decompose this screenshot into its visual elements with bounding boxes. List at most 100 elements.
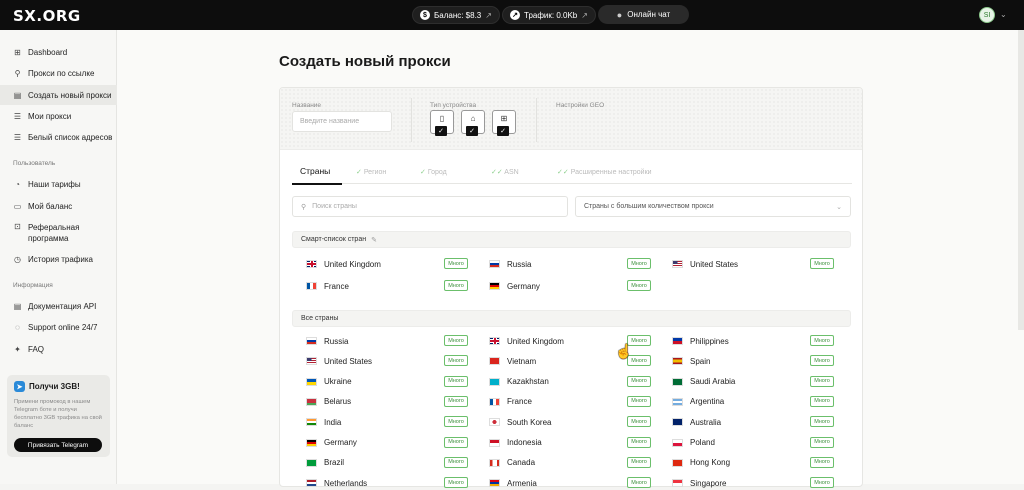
country-russia[interactable]: Russia (489, 257, 531, 271)
sidebar-item-tariffs[interactable]: ◔ Наши тарифы (0, 174, 117, 194)
device-mobile-toggle[interactable]: ▯ ✓ (430, 110, 454, 136)
country-singapore[interactable]: Singapore (672, 476, 726, 490)
availability-badge: Много (627, 258, 651, 269)
country-russia[interactable]: Russia (306, 334, 348, 348)
country-philippines[interactable]: Philippines (672, 334, 729, 348)
availability-badge: Много (810, 355, 834, 367)
check-icon: ✓ (435, 126, 447, 136)
sidebar-item-my-proxies[interactable]: ☰ Мои прокси (0, 106, 117, 126)
country-name: France (507, 397, 532, 407)
country-name: United Kingdom (324, 259, 381, 269)
sidebar-item-dashboard[interactable]: ⊞ Dashboard (0, 42, 117, 62)
country-indonesia[interactable]: Indonesia (489, 436, 542, 450)
country-argentina[interactable]: Argentina (672, 395, 724, 409)
check-icon: ✓ (497, 126, 509, 136)
country-vietnam[interactable]: Vietnam (489, 354, 536, 368)
sidebar-item-balance[interactable]: ▭ Мой баланс (0, 196, 117, 216)
tab-region[interactable]: ✓ Регион (356, 168, 386, 176)
country-name: Argentina (690, 397, 725, 407)
country-kazakhstan[interactable]: Kazakhstan (489, 375, 549, 389)
flag-icon (489, 479, 500, 488)
link-icon: ⚲ (14, 68, 21, 78)
country-united-states[interactable]: United States (306, 354, 372, 368)
country-name: Kazakhstan (507, 377, 549, 387)
country-netherlands[interactable]: Netherlands (306, 476, 367, 490)
device-type-label: Тип устройства (430, 102, 477, 109)
country-name: Germany (324, 438, 357, 447)
tab-advanced[interactable]: ✓✓ Расширенные настройки (557, 168, 652, 176)
country-germany[interactable]: Germany (489, 279, 540, 293)
device-home-toggle[interactable]: ⌂ ✓ (461, 110, 485, 136)
balance-pill[interactable]: $ Баланс: $8.3 ↗ (412, 6, 500, 24)
country-south-korea[interactable]: South Korea (489, 415, 551, 429)
country-filter-select[interactable]: Страны с большим количеством прокси ⌄ (575, 196, 851, 217)
flag-icon (306, 377, 317, 386)
country-poland[interactable]: Poland (672, 436, 715, 450)
availability-badge: Много (444, 258, 468, 269)
scrollbar[interactable] (1018, 30, 1024, 330)
flag-icon (306, 479, 317, 488)
country-name: Australia (690, 417, 722, 427)
sidebar-item-create-proxy[interactable]: ▤ Создать новый прокси (0, 85, 117, 105)
online-chat-button[interactable]: ● Онлайн чат (598, 5, 689, 24)
country-name: Canada (507, 458, 536, 468)
sidebar-item-traffic-history[interactable]: ◷ История трафика (0, 249, 117, 269)
country-armenia[interactable]: Armenia (489, 476, 537, 490)
traffic-pill[interactable]: ↗ Трафик: 0.0Kb ↗ (502, 6, 596, 24)
arrow-up-right-icon: ↗ (485, 10, 492, 20)
sidebar-item-proxy-by-link[interactable]: ⚲ Прокси по ссылке (0, 63, 117, 83)
active-tab-indicator (292, 183, 342, 185)
country-ukraine[interactable]: Ukraine (306, 375, 352, 389)
country-name: France (324, 281, 349, 291)
logo[interactable]: SX.ORG (13, 7, 81, 25)
country-canada[interactable]: Canada (489, 456, 535, 470)
tab-city[interactable]: ✓ Город (420, 168, 447, 176)
country-brazil[interactable]: Brazil (306, 456, 344, 470)
sidebar-item-whitelist[interactable]: ☰ Белый список адресов (0, 127, 117, 147)
country-spain[interactable]: Spain (672, 354, 710, 368)
traffic-text: Трафик: 0.0Kb (524, 10, 578, 20)
country-france[interactable]: France (306, 279, 349, 293)
country-australia[interactable]: Australia (672, 415, 721, 429)
flag-icon (489, 438, 500, 447)
availability-badge: Много (627, 395, 651, 407)
device-server-toggle[interactable]: ⊞ ✓ (492, 110, 516, 136)
chevron-down-icon[interactable]: ⌄ (1000, 10, 1007, 19)
chat-icon: ● (616, 9, 623, 20)
country-hong-kong[interactable]: Hong Kong (672, 456, 730, 470)
country-france[interactable]: France (489, 395, 532, 409)
pencil-icon[interactable]: ✎ (371, 236, 377, 244)
sidebar-item-label: Наши тарифы (28, 179, 81, 189)
country-united-kingdom[interactable]: United Kingdom (489, 334, 564, 348)
avatar[interactable]: SI (979, 7, 995, 23)
flag-icon (672, 479, 683, 488)
country-name: Indonesia (507, 438, 542, 447)
form-header: Название Введите название Тип устройства… (280, 88, 862, 150)
sidebar-item-support[interactable]: ◌ Support online 24/7 (0, 317, 117, 337)
availability-badge: Много (444, 395, 468, 407)
country-saudi-arabia[interactable]: Saudi Arabia (672, 375, 735, 389)
gift-icon: ⊡ (14, 222, 21, 231)
country-united-states[interactable]: United States (672, 257, 738, 271)
tab-countries[interactable]: Страны (300, 166, 330, 176)
country-name: Belarus (324, 397, 352, 407)
country-india[interactable]: India (306, 415, 341, 429)
doc-icon: ▤ (13, 90, 22, 100)
link-telegram-button[interactable]: Привязать Telegram (14, 438, 102, 452)
tab-asn[interactable]: ✓✓ ASN (491, 168, 519, 176)
country-search-input[interactable]: ⚲ Поиск страны (292, 196, 568, 217)
flag-icon (672, 260, 683, 268)
name-input[interactable]: Введите название (292, 111, 392, 132)
sidebar-item-referral[interactable]: ⊡ Реферальная программа (0, 218, 117, 248)
all-countries-header: Все страны (292, 310, 851, 327)
country-united-kingdom[interactable]: United Kingdom (306, 257, 381, 271)
sidebar-item-faq[interactable]: ✦ FAQ (0, 339, 117, 359)
country-belarus[interactable]: Belarus (306, 395, 351, 409)
country-name: Netherlands (324, 478, 368, 488)
flag-icon (306, 418, 317, 427)
country-germany[interactable]: Germany (306, 436, 357, 450)
proxy-form-card: Название Введите название Тип устройства… (279, 87, 863, 490)
arrow-up-right-icon: ↗ (581, 10, 588, 20)
traffic-icon: ↗ (510, 10, 520, 20)
sidebar-item-api-docs[interactable]: ▤ Документация API (0, 296, 117, 316)
